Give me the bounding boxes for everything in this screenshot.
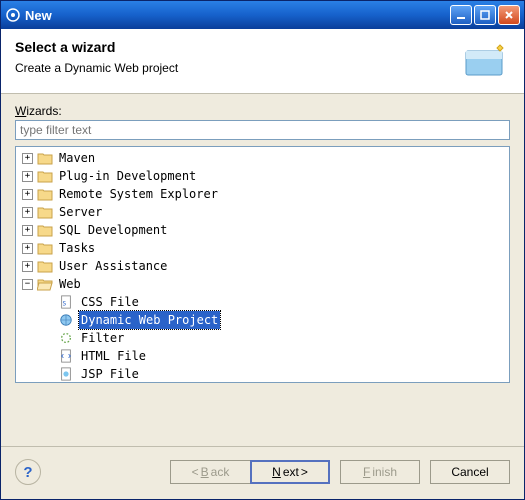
expander-spacer — [44, 297, 55, 308]
tree-label: CSS File — [79, 293, 141, 311]
folder-icon — [37, 241, 53, 255]
filter-icon — [59, 331, 75, 345]
tree-label: Plug-in Development — [57, 167, 198, 185]
expander-icon[interactable]: + — [22, 261, 33, 272]
css-file-icon: S — [59, 295, 75, 309]
titlebar: New — [1, 1, 524, 29]
expander-icon[interactable]: − — [22, 279, 33, 290]
expander-icon[interactable]: + — [22, 171, 33, 182]
tree-label: HTML File — [79, 347, 148, 365]
html-file-icon — [59, 349, 75, 363]
expander-spacer — [44, 369, 55, 380]
tree-folder[interactable]: + Remote System Explorer — [16, 185, 509, 203]
tree-folder[interactable]: + SQL Development — [16, 221, 509, 239]
button-bar: ? < Back Next > Finish Cancel — [1, 446, 524, 499]
tree-item[interactable]: JSP File — [16, 365, 509, 383]
wizards-label: Wizards: — [15, 104, 510, 118]
tree-label: Maven — [57, 149, 97, 167]
help-button[interactable]: ? — [15, 459, 41, 485]
dialog-window: New Select a wizard Create a Dynamic Web… — [0, 0, 525, 500]
expander-icon[interactable]: + — [22, 207, 33, 218]
tree-item[interactable]: S CSS File — [16, 293, 509, 311]
expander-spacer — [44, 351, 55, 362]
tree-label: Web — [57, 275, 83, 293]
expander-spacer — [44, 333, 55, 344]
expander-spacer — [44, 315, 55, 326]
expander-icon[interactable]: + — [22, 189, 33, 200]
expander-icon[interactable]: + — [22, 225, 33, 236]
folder-open-icon — [37, 277, 53, 291]
minimize-button[interactable] — [450, 5, 472, 25]
tree-label: User Assistance — [57, 257, 169, 275]
cancel-button[interactable]: Cancel — [430, 460, 510, 484]
tree-item-selected[interactable]: Dynamic Web Project — [16, 311, 509, 329]
finish-button[interactable]: Finish — [340, 460, 420, 484]
jsp-file-icon — [59, 367, 75, 381]
folder-icon — [37, 151, 53, 165]
close-button[interactable] — [498, 5, 520, 25]
next-button[interactable]: Next > — [250, 460, 330, 484]
wizard-header: Select a wizard Create a Dynamic Web pro… — [1, 29, 524, 94]
folder-icon — [37, 259, 53, 273]
tree-label: Tasks — [57, 239, 97, 257]
tree-folder[interactable]: + Maven — [16, 149, 509, 167]
folder-icon — [37, 169, 53, 183]
tree-item[interactable]: HTML File — [16, 347, 509, 365]
wizard-banner-icon — [462, 39, 510, 79]
window-title: New — [25, 8, 450, 23]
tree-label: Remote System Explorer — [57, 185, 220, 203]
page-title: Select a wizard — [15, 39, 462, 55]
tree-folder[interactable]: + Plug-in Development — [16, 167, 509, 185]
folder-icon — [37, 223, 53, 237]
tree-label: Filter — [79, 329, 126, 347]
app-icon — [5, 7, 21, 23]
tree-folder[interactable]: + User Assistance — [16, 257, 509, 275]
tree-label: SQL Development — [57, 221, 169, 239]
tree-label: JSP File — [79, 365, 141, 383]
folder-icon — [37, 205, 53, 219]
tree-folder[interactable]: + Server — [16, 203, 509, 221]
tree-folder[interactable]: + Tasks — [16, 239, 509, 257]
page-description: Create a Dynamic Web project — [15, 61, 462, 75]
tree-item[interactable]: Filter — [16, 329, 509, 347]
tree-label: Server — [57, 203, 104, 221]
expander-icon[interactable]: + — [22, 153, 33, 164]
expander-icon[interactable]: + — [22, 243, 33, 254]
folder-icon — [37, 187, 53, 201]
filter-input[interactable] — [15, 120, 510, 140]
wizard-tree[interactable]: + Maven + Plug-in Development + — [15, 146, 510, 383]
svg-text:S: S — [63, 301, 67, 308]
web-project-icon — [59, 313, 75, 327]
tree-folder-web[interactable]: − Web — [16, 275, 509, 293]
back-button[interactable]: < Back — [170, 460, 250, 484]
tree-label: Dynamic Web Project — [79, 311, 220, 329]
maximize-button[interactable] — [474, 5, 496, 25]
